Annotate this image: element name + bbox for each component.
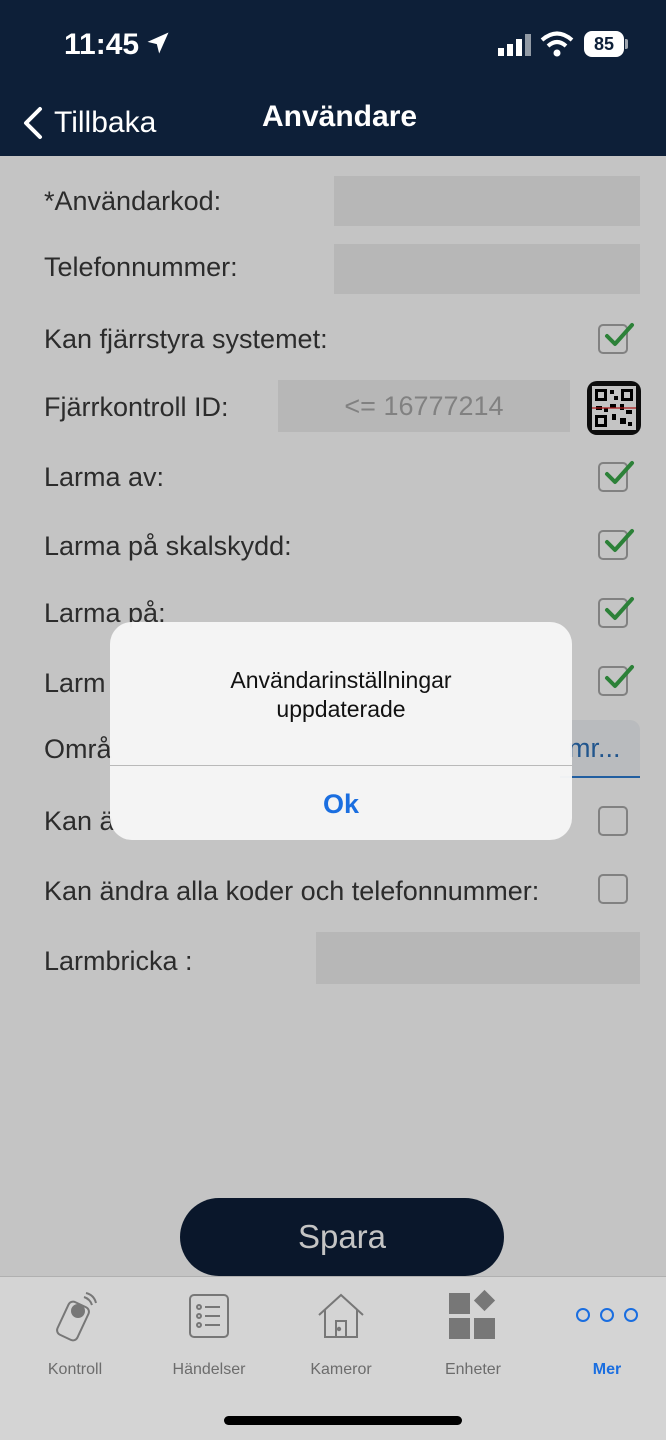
remote-control-icon	[56, 1292, 97, 1342]
tab-label: Händelser	[172, 1361, 246, 1378]
tab-label: Enheter	[444, 1361, 502, 1378]
status-bar: 11:45 85	[0, 0, 666, 90]
alert-message-line2: uppdaterade	[276, 696, 406, 722]
tab-kontroll[interactable]: Kontroll	[20, 1289, 130, 1379]
tab-handelser[interactable]: Händelser	[154, 1289, 264, 1379]
chevron-left-icon	[24, 107, 42, 139]
alert-message: Användarinställningar uppdaterade	[130, 666, 552, 724]
more-icon	[576, 1308, 638, 1322]
cellular-signal-icon	[498, 34, 531, 56]
devices-icon	[449, 1289, 496, 1339]
alert-dialog: Användarinställningar uppdaterade Ok	[110, 622, 572, 840]
tab-enheter[interactable]: Enheter	[418, 1289, 528, 1379]
back-label: Tillbaka	[54, 106, 157, 139]
tab-label: Kontroll	[47, 1361, 103, 1378]
list-icon	[189, 1294, 229, 1338]
battery-indicator: 85	[584, 31, 628, 57]
alert-ok-button[interactable]: Ok	[110, 766, 572, 840]
tab-mer[interactable]: Mer	[552, 1289, 662, 1379]
home-indicator	[224, 1416, 462, 1425]
tab-label: Mer	[592, 1361, 622, 1378]
location-arrow-icon	[147, 32, 169, 54]
tab-kameror[interactable]: Kameror	[286, 1289, 396, 1379]
alert-message-line1: Användarinställningar	[230, 667, 452, 693]
battery-tip	[625, 39, 628, 49]
page-title: Användare	[262, 100, 418, 133]
wifi-icon	[540, 31, 574, 57]
navigation-bar: Tillbaka Användare	[0, 90, 666, 156]
back-button[interactable]: Tillbaka	[22, 98, 156, 148]
status-time: 11:45	[64, 28, 140, 61]
house-icon	[318, 1293, 364, 1338]
battery-level: 85	[584, 31, 624, 57]
tab-label: Kameror	[310, 1361, 372, 1378]
